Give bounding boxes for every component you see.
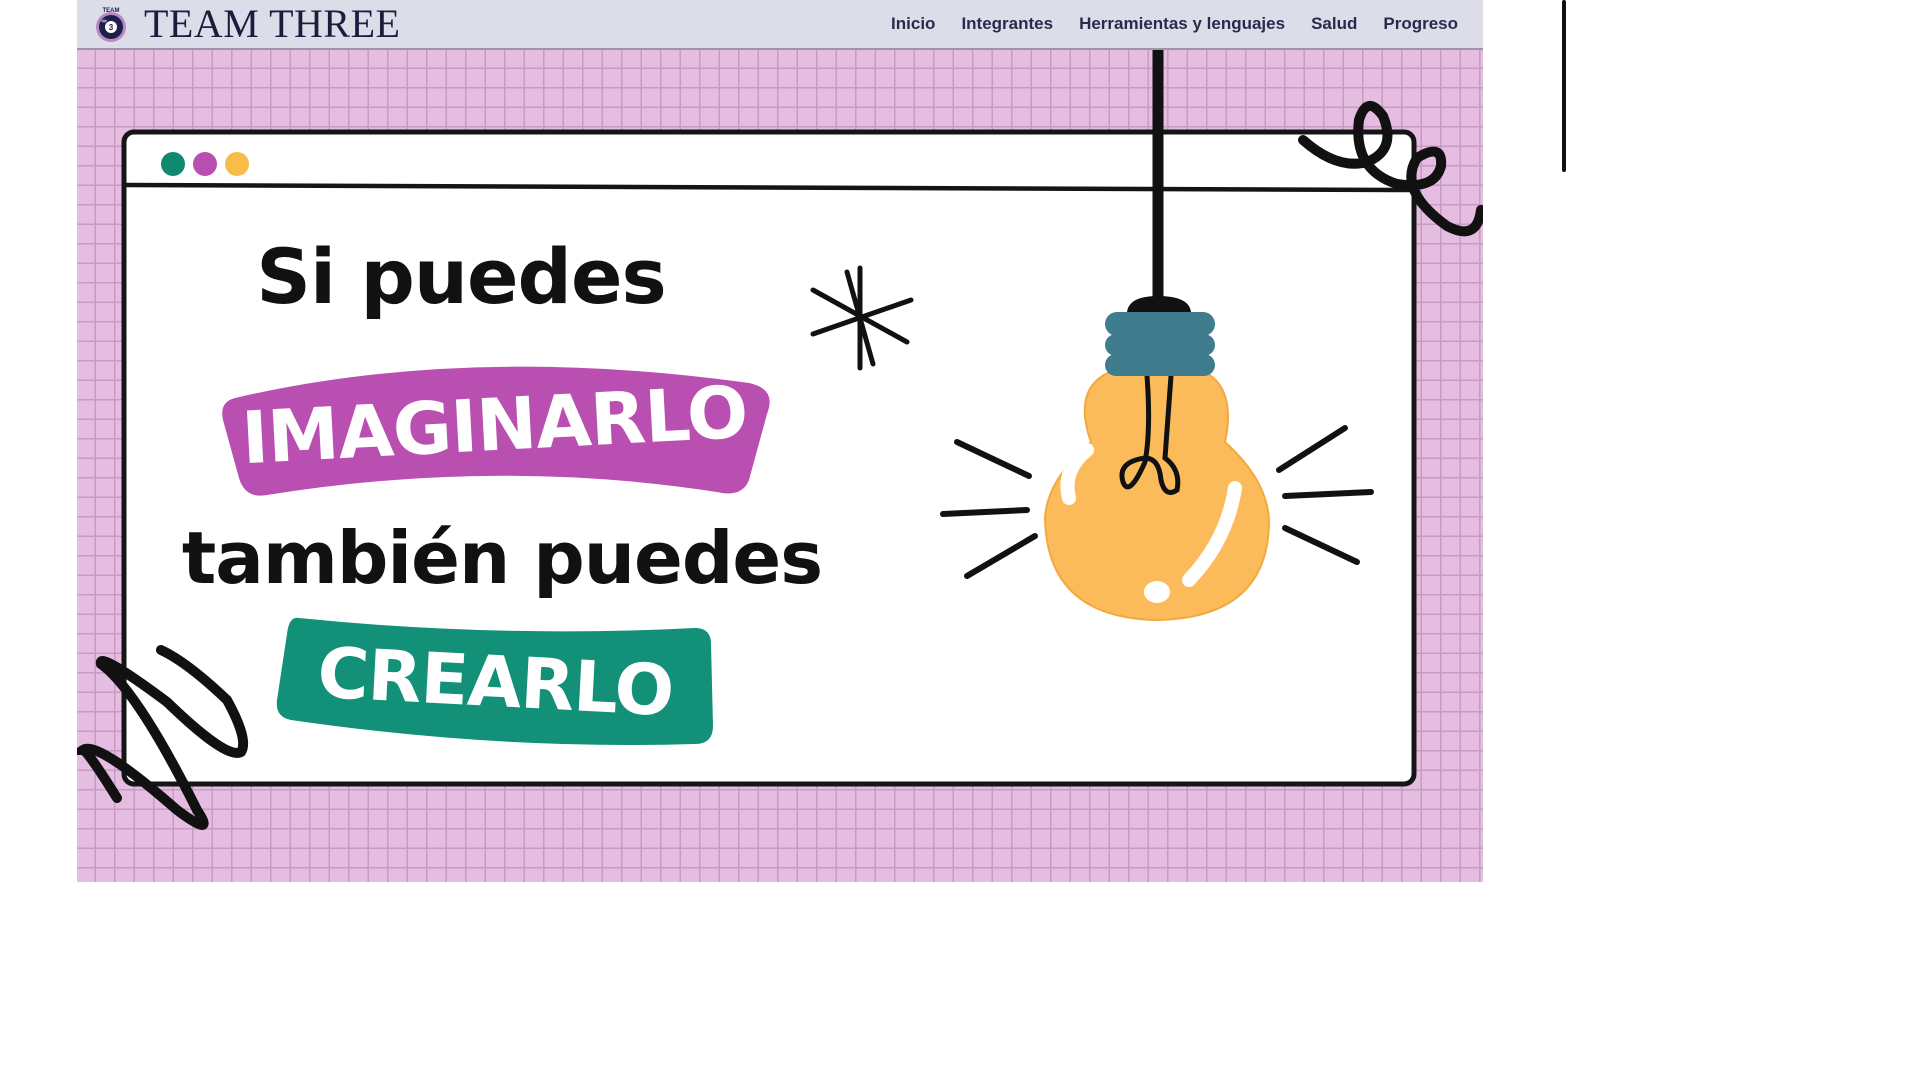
navbar: 3 TEAM TEAM THREE Inicio Integrantes Her… (77, 0, 1483, 50)
nav-link-herramientas[interactable]: Herramientas y lenguajes (1079, 14, 1285, 34)
brand-title[interactable]: TEAM THREE (144, 0, 400, 48)
hero-line-si-puedes: Si puedes (256, 232, 665, 321)
nav-link-inicio[interactable]: Inicio (891, 14, 935, 34)
window-dot-green (161, 152, 185, 176)
nav-link-integrantes[interactable]: Integrantes (961, 14, 1053, 34)
hero-illustration: Si puedes IMAGINARLO también puedes CREA… (77, 50, 1483, 830)
svg-text:3: 3 (109, 23, 114, 32)
brand[interactable]: 3 TEAM TEAM THREE (91, 0, 400, 48)
logo-text: TEAM (103, 8, 120, 14)
window-dot-yellow (225, 152, 249, 176)
eight-ball-logo-icon: 3 TEAM (96, 8, 126, 42)
scrollbar-thumb[interactable] (1562, 0, 1566, 172)
main-nav: Inicio Integrantes Herramientas y lengua… (891, 0, 1458, 48)
hero-banner: Si puedes IMAGINARLO también puedes CREA… (77, 50, 1483, 882)
window-dot-purple (193, 152, 217, 176)
nav-link-salud[interactable]: Salud (1311, 14, 1357, 34)
site-container: 3 TEAM TEAM THREE Inicio Integrantes Her… (77, 0, 1483, 882)
page-scrollbar[interactable] (1560, 0, 1568, 882)
hero-line-tambien-puedes: también puedes (182, 516, 822, 600)
nav-link-progreso[interactable]: Progreso (1383, 14, 1458, 34)
